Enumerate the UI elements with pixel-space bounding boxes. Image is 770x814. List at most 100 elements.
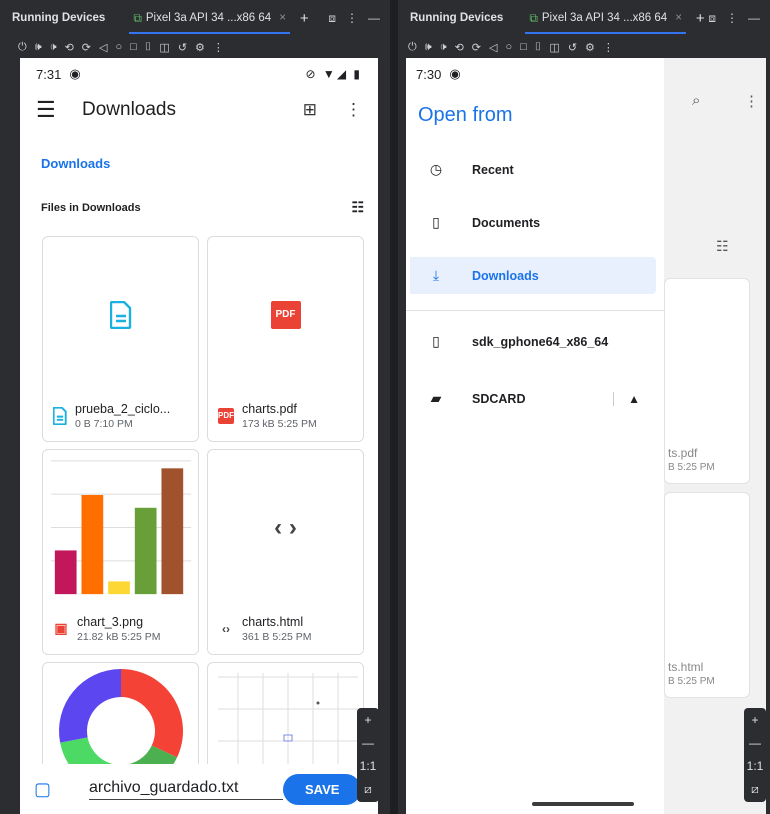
document-icon xyxy=(109,300,131,329)
zoom-actual-button[interactable]: 1:1 xyxy=(360,759,377,773)
file-icon: ▢ xyxy=(34,778,52,799)
file-name: prueba_2_ciclo... xyxy=(75,401,171,416)
file-card[interactable]: ‹ › ‹› charts.html 361 B 5:25 PM xyxy=(207,449,364,655)
settings-icon[interactable]: ⚙ xyxy=(195,41,205,54)
new-folder-icon[interactable]: ⊞ xyxy=(303,100,317,120)
zoom-out-button[interactable]: — xyxy=(362,736,374,750)
minimize-icon[interactable]: — xyxy=(748,11,760,26)
list-view-icon[interactable]: ☷ xyxy=(351,199,364,216)
ide-header: Running Devices ⧉ Pixel 3a API 34 ...x86… xyxy=(0,0,390,36)
root-recent[interactable]: ◷ Recent xyxy=(410,151,656,188)
root-documents[interactable]: ▯ Documents xyxy=(410,204,656,241)
record-icon[interactable]: ◫ xyxy=(159,41,169,54)
notification-icon: ◉ xyxy=(449,66,461,81)
breadcrumb[interactable]: Downloads xyxy=(41,156,378,171)
ide-title: Running Devices xyxy=(410,12,504,24)
power-icon[interactable]: ⏻ xyxy=(18,41,27,54)
background-file-name: ts.html xyxy=(668,660,704,674)
root-label: Recent xyxy=(472,162,514,177)
home-icon[interactable]: ○ xyxy=(115,41,122,53)
status-time: 7:30 xyxy=(416,66,442,82)
rotate-right-icon[interactable]: ⟳ xyxy=(82,41,91,54)
overview-icon[interactable]: □ xyxy=(130,41,137,53)
zoom-in-button[interactable]: + xyxy=(364,713,371,727)
rotate-right-icon[interactable]: ⟳ xyxy=(472,41,481,54)
rotate-left-icon[interactable]: ⟲ xyxy=(455,41,464,54)
file-card[interactable]: prueba_2_ciclo... 0 B 7:10 PM xyxy=(42,236,199,442)
overflow-menu-icon[interactable]: ⋮ xyxy=(345,100,362,120)
add-device-button[interactable]: + xyxy=(300,10,309,27)
device-tab[interactable]: ⧉ Pixel 3a API 34 ...x86 64 × xyxy=(129,0,290,36)
add-device-button[interactable]: + xyxy=(696,10,705,27)
overview-icon[interactable]: □ xyxy=(520,41,527,53)
close-tab-icon[interactable]: × xyxy=(279,12,286,24)
volume-down-icon[interactable]: 🕩 xyxy=(440,41,447,54)
undo-icon[interactable]: ↺ xyxy=(178,41,187,54)
eject-button[interactable]: ▲ xyxy=(613,391,640,406)
device-toolbar: ⏻ 🕪 🕩 ⟲ ⟳ ◁ ○ □ ⌷ ◫ ↺ ⚙ ⋮ xyxy=(398,36,770,58)
more-icon[interactable]: ⋮ xyxy=(603,41,614,54)
pdf-icon: PDF xyxy=(270,300,301,329)
device-tab[interactable]: ⧉ Pixel 3a API 34 ...x86 64 × xyxy=(525,0,686,36)
zoom-out-button[interactable]: — xyxy=(749,736,761,750)
volume-up-icon[interactable]: 🕪 xyxy=(35,41,42,54)
file-meta: 173 kB 5:25 PM xyxy=(242,417,317,430)
overflow-menu-icon: ⋮ xyxy=(744,93,759,110)
minimize-icon[interactable]: — xyxy=(368,11,380,26)
root-downloads[interactable]: ⤓ Downloads xyxy=(410,257,656,294)
window-icon[interactable]: ⧈ xyxy=(708,11,716,26)
background-file-meta: B 5:25 PM xyxy=(668,462,715,473)
screenshot-icon[interactable]: ⌷ xyxy=(535,41,542,54)
filename-input[interactable] xyxy=(89,778,284,800)
more-icon[interactable]: ⋮ xyxy=(726,11,738,26)
fit-screen-icon[interactable]: ⧄ xyxy=(751,782,759,797)
chart-bar xyxy=(134,507,157,595)
donut-slice xyxy=(121,669,183,758)
hamburger-menu-icon[interactable]: ☰ xyxy=(36,97,76,123)
home-icon[interactable]: ○ xyxy=(505,41,512,53)
status-time: 7:31 xyxy=(36,66,62,82)
section-header: Files in Downloads ☷ xyxy=(41,199,364,216)
power-icon[interactable]: ⏻ xyxy=(408,41,417,54)
root-sdcard[interactable]: ▰ SDCARD ▲ xyxy=(410,380,656,417)
file-thumbnail xyxy=(43,237,198,392)
file-card[interactable]: ▣ chart_3.png 21.82 kB 5:25 PM xyxy=(42,449,199,655)
back-icon[interactable]: ◁ xyxy=(489,41,497,54)
file-card[interactable]: PDF PDF charts.pdf 173 kB 5:25 PM xyxy=(207,236,364,442)
fit-screen-icon[interactable]: ⧄ xyxy=(364,782,372,797)
gesture-nav-bar[interactable] xyxy=(532,802,634,806)
file-name: charts.html xyxy=(242,614,304,629)
zoom-in-button[interactable]: + xyxy=(751,713,758,727)
zoom-actual-button[interactable]: 1:1 xyxy=(747,759,764,773)
file-meta: 21.82 kB 5:25 PM xyxy=(77,630,161,643)
more-icon[interactable]: ⋮ xyxy=(213,41,224,54)
screenshot-icon[interactable]: ⌷ xyxy=(145,41,152,54)
rotate-left-icon[interactable]: ⟲ xyxy=(65,41,74,54)
file-name: charts.pdf xyxy=(242,401,297,416)
background-file-meta: B 5:25 PM xyxy=(668,676,715,687)
page-title: Downloads xyxy=(82,99,176,120)
right-device-pane: Running Devices ⧉ Pixel 3a API 34 ...x86… xyxy=(398,0,770,814)
phone-icon: ▯ xyxy=(432,333,440,349)
notification-icon: ◉ xyxy=(69,66,81,81)
search-icon: ⌕ xyxy=(692,92,701,109)
save-button[interactable]: SAVE xyxy=(283,773,362,805)
close-tab-icon[interactable]: × xyxy=(675,12,682,24)
status-bar: 7:31 ◉ ⊘ ▼◢ ▮ xyxy=(20,58,378,90)
document-icon: ▯ xyxy=(432,214,440,230)
root-device[interactable]: ▯ sdk_gphone64_x86_64 xyxy=(410,323,656,360)
back-icon[interactable]: ◁ xyxy=(99,41,107,54)
volume-up-icon[interactable]: 🕪 xyxy=(425,41,432,54)
background-file-name: ts.pdf xyxy=(668,446,698,460)
file-name: chart_3.png xyxy=(77,614,144,629)
undo-icon[interactable]: ↺ xyxy=(568,41,577,54)
pane-divider[interactable] xyxy=(390,0,398,814)
volume-down-icon[interactable]: 🕩 xyxy=(50,41,57,54)
donut-slice xyxy=(58,669,121,743)
record-icon[interactable]: ◫ xyxy=(549,41,559,54)
settings-icon[interactable]: ⚙ xyxy=(585,41,595,54)
device-toolbar: ⏻ 🕪 🕩 ⟲ ⟳ ◁ ○ □ ⌷ ◫ ↺ ⚙ ⋮ xyxy=(0,36,390,58)
window-icon[interactable]: ⧈ xyxy=(328,11,336,26)
more-icon[interactable]: ⋮ xyxy=(346,11,358,26)
drawer-scrim[interactable]: ⌕ ⋮ ☷ ts.pdf B 5:25 PM ts.html B 5:25 PM xyxy=(664,58,766,814)
